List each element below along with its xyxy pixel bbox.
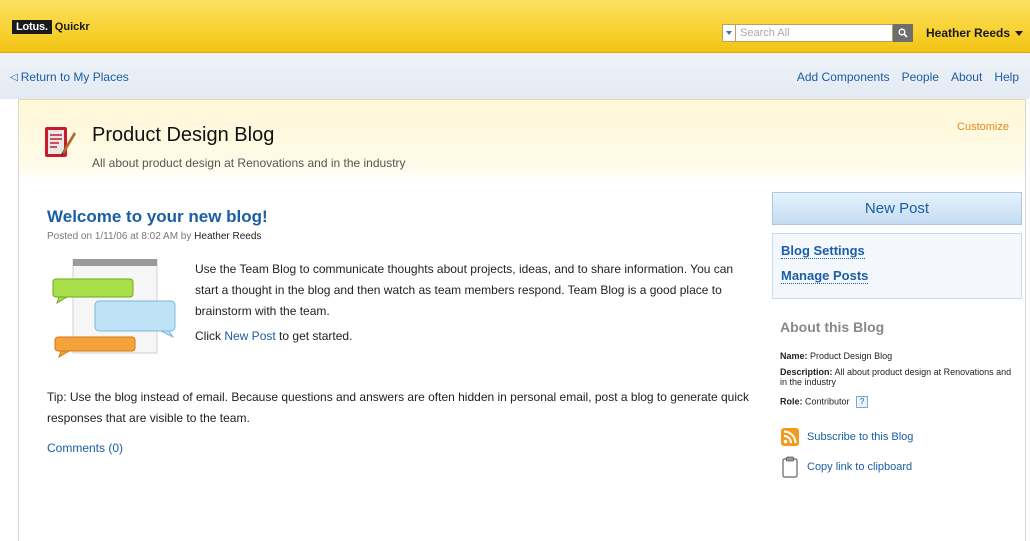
- top-banner: Lotus. Quickr Heather Reeds: [0, 0, 1030, 53]
- subscribe-row[interactable]: Subscribe to this Blog: [780, 426, 913, 448]
- post-author: Heather Reeds: [194, 231, 262, 242]
- blog-header: Product Design Blog All about product de…: [19, 99, 1025, 182]
- blog-actions-box: Blog Settings Manage Posts: [772, 233, 1022, 299]
- main-content: Product Design Blog All about product de…: [18, 99, 1026, 541]
- user-menu[interactable]: Heather Reeds: [926, 26, 1024, 40]
- people-link[interactable]: People: [902, 70, 939, 84]
- post-title[interactable]: Welcome to your new blog!: [47, 207, 268, 227]
- chat-bubbles-illustration: [51, 258, 183, 364]
- about-description-label: Description:: [780, 367, 833, 377]
- click-suffix: to get started.: [279, 329, 353, 343]
- about-role-value: Contributor: [805, 396, 850, 407]
- back-arrow-icon: ◁: [10, 71, 18, 83]
- copy-link-row[interactable]: Copy link to clipboard: [780, 456, 912, 478]
- inline-new-post-link[interactable]: New Post: [224, 329, 275, 343]
- about-link[interactable]: About: [951, 70, 982, 84]
- about-blog-heading: About this Blog: [780, 319, 885, 335]
- post-meta: Posted on 1/11/06 at 8:02 AM by Heather …: [47, 231, 261, 242]
- search-icon: [898, 28, 908, 38]
- user-name: Heather Reeds: [926, 26, 1011, 40]
- return-to-my-places-link[interactable]: ◁ Return to My Places: [10, 70, 129, 84]
- comments-link[interactable]: Comments (0): [47, 441, 123, 455]
- customize-link[interactable]: Customize: [957, 121, 1009, 133]
- blog-settings-link[interactable]: Blog Settings: [781, 244, 865, 259]
- about-name: Name: Product Design Blog: [780, 351, 1020, 361]
- manage-posts-link[interactable]: Manage Posts: [781, 269, 869, 284]
- return-label: Return to My Places: [20, 70, 129, 84]
- logo-brand: Lotus.: [12, 20, 52, 34]
- search-bar: [722, 24, 913, 42]
- lotus-quickr-logo[interactable]: Lotus. Quickr: [12, 19, 90, 35]
- rss-icon: [780, 426, 800, 448]
- copy-link[interactable]: Copy link to clipboard: [807, 461, 912, 473]
- new-post-button[interactable]: New Post: [772, 192, 1022, 225]
- logo-product: Quickr: [54, 21, 90, 33]
- blog-title: Product Design Blog: [92, 124, 275, 146]
- search-input[interactable]: [735, 24, 893, 42]
- clipboard-icon: [780, 456, 800, 478]
- subscribe-link[interactable]: Subscribe to this Blog: [807, 431, 913, 443]
- post-tip: Tip: Use the blog instead of email. Beca…: [47, 390, 749, 425]
- caret-down-icon: [1015, 30, 1024, 36]
- help-link[interactable]: Help: [994, 70, 1019, 84]
- add-components-link[interactable]: Add Components: [797, 70, 890, 84]
- post-paragraph: Use the Team Blog to communicate thought…: [195, 262, 734, 318]
- blog-subtitle: All about product design at Renovations …: [92, 156, 406, 170]
- search-scope-dropdown[interactable]: [722, 24, 735, 42]
- about-name-label: Name:: [780, 351, 808, 361]
- click-prefix: Click: [195, 329, 221, 343]
- about-name-value: Product Design Blog: [810, 351, 893, 361]
- about-role-label: Role:: [780, 396, 803, 407]
- search-button[interactable]: [893, 24, 913, 42]
- blog-icon: [43, 122, 77, 165]
- top-nav-links: Add Components People About Help: [785, 70, 1019, 84]
- navigation-bar: ◁ Return to My Places Add Components Peo…: [0, 53, 1030, 99]
- chevron-down-icon: [726, 31, 732, 35]
- about-role: Role: Contributor ?: [780, 396, 1020, 408]
- about-description: Description: All about product design at…: [780, 367, 1020, 387]
- post-body: Use the Team Blog to communicate thought…: [195, 259, 747, 347]
- post-meta-prefix: Posted on 1/11/06 at 8:02 AM by: [47, 231, 192, 242]
- post-click-line: Click New Post to get started.: [195, 326, 747, 347]
- help-icon[interactable]: ?: [856, 396, 869, 408]
